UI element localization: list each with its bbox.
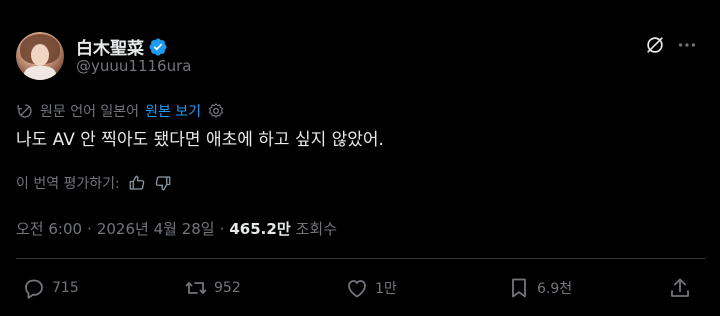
like-icon: [348, 280, 366, 298]
like-count: 1만: [375, 281, 397, 297]
rate-translation-row: 이 번역 평가하기:: [16, 173, 172, 193]
tweet-meta: 오전 6:00 · 2026년 4월 28일 · 465.2만 조회수: [16, 218, 337, 239]
repost-button[interactable]: 952: [184, 276, 241, 300]
grok-icon[interactable]: [644, 34, 666, 56]
share-button[interactable]: [668, 276, 692, 300]
views-label: 조회수: [295, 220, 338, 238]
bookmark-icon: [512, 278, 526, 298]
show-original-link[interactable]: 원본 보기: [145, 101, 201, 121]
more-icon[interactable]: [676, 34, 698, 56]
bookmark-count: 6.9천: [537, 281, 573, 297]
avatar-face: [31, 44, 49, 66]
translate-icon: [17, 104, 32, 118]
tweet-detail: 白木聖菜 @yuuu1116ura 원문 언어 일본어 원본 보기 나도 AV …: [0, 0, 720, 316]
like-button[interactable]: 1만: [345, 276, 397, 300]
share-icon: [671, 278, 689, 297]
verified-badge-icon: [149, 37, 167, 56]
tweet-text: 나도 AV 안 찍아도 됐다면 애초에 하고 싶지 않았어.: [16, 130, 384, 150]
tweet-date[interactable]: 2026년 4월 28일: [97, 218, 215, 239]
thumbs-down-icon[interactable]: [154, 174, 172, 192]
author-display-name[interactable]: 白木聖菜: [76, 34, 144, 59]
reply-count: 715: [52, 280, 79, 296]
reply-icon: [25, 279, 43, 299]
repost-count: 952: [214, 280, 241, 296]
reply-button[interactable]: 715: [22, 276, 79, 300]
rate-translation-label: 이 번역 평가하기:: [16, 176, 120, 192]
avatar-body: [24, 66, 56, 80]
translation-row: 원문 언어 일본어 원본 보기: [16, 101, 225, 121]
bookmark-button[interactable]: 6.9천: [507, 276, 572, 300]
thumbs-up-icon[interactable]: [128, 174, 146, 192]
meta-separator: ·: [219, 219, 225, 238]
author-handle[interactable]: @yuuu1116ura: [76, 57, 191, 75]
views-count: 465.2만: [229, 220, 291, 238]
repost-icon: [185, 282, 207, 294]
tweet-time[interactable]: 오전 6:00: [16, 218, 82, 239]
divider: [16, 258, 706, 259]
settings-icon[interactable]: [207, 102, 225, 120]
avatar[interactable]: [16, 32, 64, 80]
translation-source-label: 원문 언어 일본어: [40, 104, 140, 120]
meta-separator: ·: [87, 219, 92, 238]
author-name-row: 白木聖菜: [76, 34, 168, 59]
